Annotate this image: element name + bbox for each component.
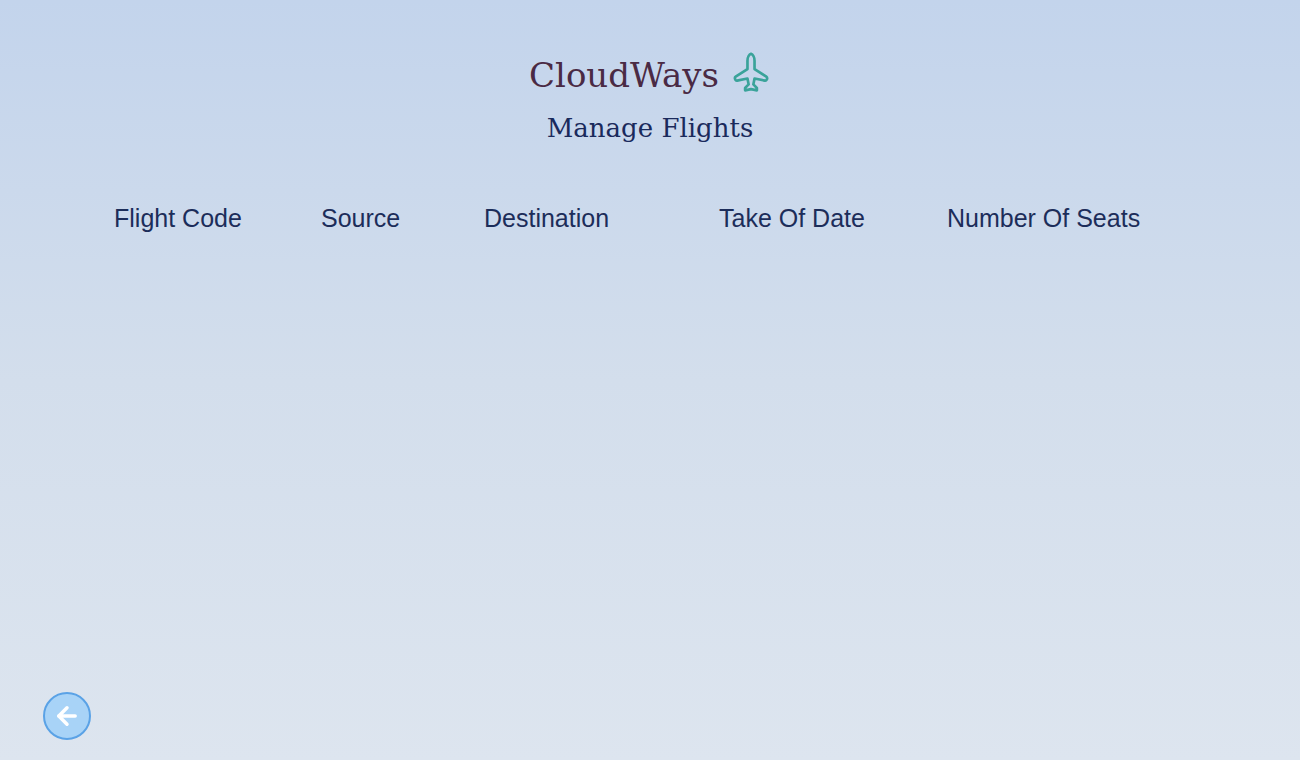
header: CloudWays Manage Flights (0, 0, 1300, 148)
brand-title: CloudWays (529, 50, 719, 100)
footer (0, 692, 1300, 760)
flights-table-header: Flight CodeSourceDestinationTake Of Date… (0, 200, 1300, 236)
airplane-icon (723, 47, 780, 104)
column-header: Number Of Seats (947, 200, 1280, 236)
back-button[interactable] (43, 692, 91, 740)
column-header: Flight Code (114, 200, 321, 236)
table-body (0, 236, 1300, 692)
brand: CloudWays (529, 50, 771, 100)
arrow-left-icon (53, 702, 81, 730)
column-header: Destination (484, 200, 719, 236)
column-header: Source (321, 200, 484, 236)
page-subtitle: Manage Flights (547, 108, 754, 148)
manage-flights-page: CloudWays Manage Flights Flight CodeSource… (0, 0, 1300, 760)
column-header: Take Of Date (719, 200, 947, 236)
